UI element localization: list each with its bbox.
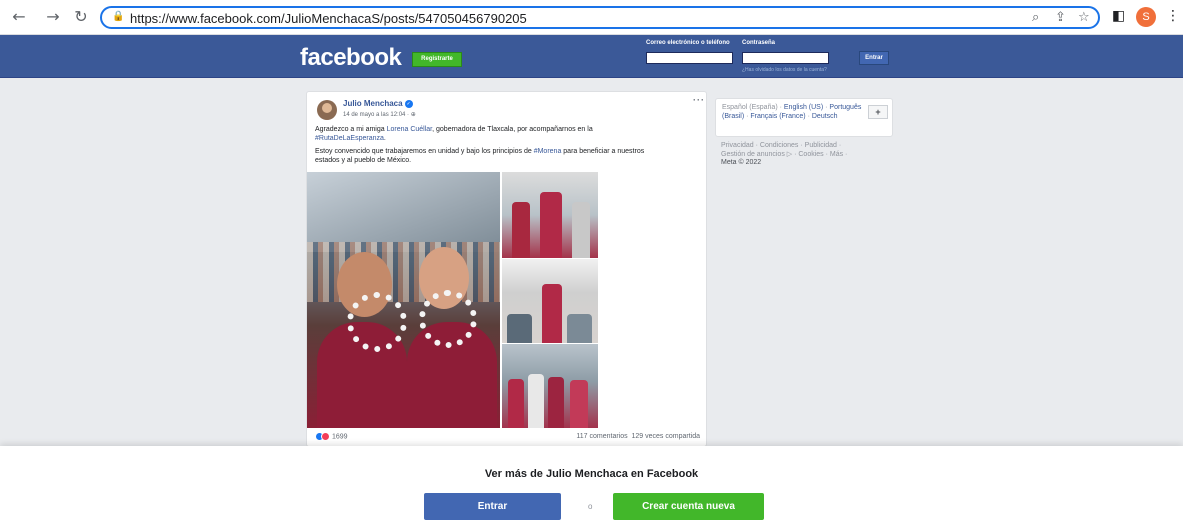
- share-icon[interactable]: ⇪: [1055, 10, 1066, 25]
- email-label: Correo electrónico o teléfono: [646, 40, 730, 46]
- flower-garland: [347, 292, 407, 352]
- language-option-english[interactable]: English (US): [784, 104, 823, 111]
- person-figure: [572, 202, 590, 258]
- text-segment: .: [383, 135, 386, 142]
- love-reaction-icon: [321, 432, 330, 441]
- reload-icon[interactable]: ↻: [72, 8, 90, 26]
- password-field[interactable]: [742, 52, 829, 64]
- kebab-menu-icon[interactable]: ⋮: [1166, 8, 1180, 24]
- photo-grid: [307, 172, 598, 428]
- author-name[interactable]: Julio Menchaca: [343, 99, 403, 108]
- post-text-line-2: #RutaDeLaEsperanza.: [315, 134, 705, 144]
- facebook-header: facebook Registrarte Correo electrónico …: [0, 35, 1183, 78]
- language-list: Español (España) · English (US) · Portug…: [722, 104, 867, 121]
- post-date-text[interactable]: 14 de mayo a las 12:04 ·: [343, 112, 411, 118]
- reaction-count[interactable]: 1699: [332, 433, 348, 440]
- copyright: Meta © 2022: [721, 159, 762, 166]
- back-arrow-icon[interactable]: ←: [10, 8, 28, 26]
- create-account-button[interactable]: Crear cuenta nueva: [613, 493, 764, 520]
- login-button[interactable]: Entrar: [859, 51, 889, 65]
- lock-icon: 🔒: [112, 11, 125, 22]
- thumbnail-photo[interactable]: [502, 344, 598, 428]
- post-card: Julio Menchaca ✓ 14 de mayo a las 12:04 ·…: [306, 91, 707, 447]
- forgot-account-link[interactable]: ¿Has olvidado los datos de la cuenta?: [742, 67, 827, 73]
- crowd-background: [307, 242, 500, 302]
- person-figure: [548, 377, 564, 428]
- bookmark-star-icon[interactable]: ☆: [1078, 10, 1090, 25]
- profile-avatar[interactable]: S: [1136, 7, 1156, 27]
- facebook-logo[interactable]: facebook: [300, 44, 402, 72]
- forward-arrow-icon[interactable]: →: [44, 8, 62, 26]
- login-prompt-overlay: Ver más de Julio Menchaca en Facebook En…: [0, 446, 1183, 529]
- flower-garland: [419, 290, 477, 348]
- post-author[interactable]: Julio Menchaca ✓: [343, 99, 413, 108]
- text-segment: para beneficiar a nuestros: [561, 148, 645, 155]
- browser-toolbar: ← → ↻ 🔒 https://www.facebook.com/JulioMe…: [0, 0, 1183, 35]
- page-footer: Privacidad · Condiciones · Publicidad · …: [721, 142, 886, 168]
- address-bar[interactable]: 🔒 https://www.facebook.com/JulioMenchaca…: [100, 6, 1100, 29]
- main-photo[interactable]: [307, 172, 500, 428]
- author-avatar[interactable]: [317, 100, 337, 120]
- thumbnail-photo[interactable]: [502, 172, 598, 258]
- side-panel-icon[interactable]: ◧: [1112, 8, 1125, 24]
- person-figure: [508, 379, 524, 428]
- footer-links-1[interactable]: Privacidad · Condiciones · Publicidad ·: [721, 142, 886, 151]
- person-figure: [570, 380, 588, 428]
- more-options-icon[interactable]: ···: [693, 95, 705, 105]
- verified-badge-icon: ✓: [404, 99, 413, 108]
- or-separator: o: [588, 502, 593, 511]
- overlay-title: Ver más de Julio Menchaca en Facebook: [484, 468, 699, 480]
- hashtag-link[interactable]: #Morena: [534, 148, 562, 155]
- password-label: Contraseña: [742, 40, 776, 46]
- text-segment: Estoy convencido que trabajaremos en uni…: [315, 148, 534, 155]
- person-figure: [512, 202, 530, 258]
- person-figure: [528, 374, 544, 428]
- more-languages-button[interactable]: +: [868, 105, 888, 119]
- person-figure: [540, 192, 562, 258]
- share-count[interactable]: 129 veces compartida: [632, 433, 700, 440]
- text-segment: Agradezco a mi amiga: [315, 126, 387, 133]
- person-figure: [542, 284, 562, 343]
- post-stats: 117 comentarios 129 veces compartida: [576, 433, 700, 440]
- thumbnail-photo[interactable]: [502, 259, 598, 343]
- person-figure: [567, 314, 592, 343]
- text-segment: , gobernadora de Tlaxcala, por acompañar…: [432, 126, 593, 133]
- globe-icon: ⊕: [410, 111, 416, 118]
- language-option-french[interactable]: Français (France): [750, 113, 805, 120]
- language-selector: Español (España) · English (US) · Portug…: [715, 98, 893, 137]
- footer-links-2[interactable]: Gestión de anuncios ▷ · Cookies · Más ·: [721, 151, 886, 160]
- tent-background: [307, 172, 500, 252]
- url-text[interactable]: https://www.facebook.com/JulioMenchacaS/…: [130, 11, 527, 26]
- post-text-line-4: estados y al pueblo de México.: [315, 157, 412, 164]
- post-date[interactable]: 14 de mayo a las 12:04 · ⊕: [343, 111, 416, 118]
- register-button[interactable]: Registrarte: [412, 52, 462, 67]
- person-figure: [507, 314, 532, 343]
- hashtag-link[interactable]: #RutaDeLaEsperanza: [315, 135, 384, 142]
- reaction-summary[interactable]: 1699: [315, 432, 348, 441]
- language-option-german[interactable]: Deutsch: [812, 113, 838, 120]
- mention-link[interactable]: Lorena Cuéllar: [387, 126, 433, 133]
- overlay-login-button[interactable]: Entrar: [424, 493, 561, 520]
- comment-count[interactable]: 117 comentarios: [576, 433, 627, 440]
- zoom-icon[interactable]: ⌕: [1032, 10, 1039, 25]
- current-language: Español (España): [722, 104, 778, 111]
- email-field[interactable]: [646, 52, 733, 64]
